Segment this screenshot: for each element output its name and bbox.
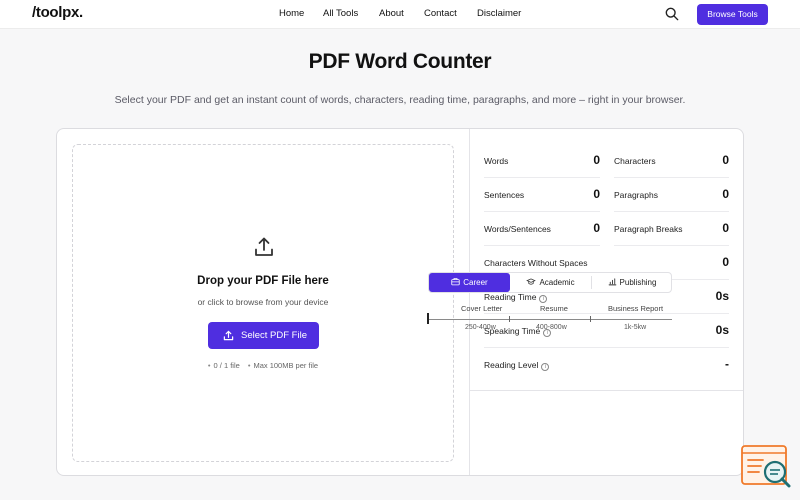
stat-value: 0 — [593, 187, 600, 201]
tab-label: Academic — [539, 278, 575, 287]
tab-publishing[interactable]: Publishing — [592, 273, 672, 292]
range-value: 250-400w — [465, 324, 496, 331]
stat-label: Paragraph Breaks — [614, 224, 683, 234]
range-label: Business Report — [608, 304, 664, 313]
page-title: PDF Word Counter — [308, 50, 492, 73]
stat-words: Words 0 — [484, 144, 600, 178]
dropzone-title: Drop your PDF File here — [197, 275, 329, 287]
stat-value: 0 — [593, 221, 600, 235]
scale-marker — [427, 313, 429, 324]
stat-label-wrap: Reading Level i — [484, 360, 550, 371]
range-label: Cover Letter — [461, 304, 503, 313]
stat-words-per-sentence: Words/Sentences 0 — [484, 212, 600, 246]
nav-disclaimer[interactable]: Disclaimer — [477, 8, 521, 19]
chart-icon — [608, 278, 616, 286]
stat-paragraph-breaks: Paragraph Breaks 0 — [614, 212, 729, 246]
stat-value: - — [725, 357, 729, 371]
stat-value: 0 — [722, 221, 729, 235]
info-icon[interactable]: i — [541, 363, 550, 371]
max-file-size: Max 100MB per file — [253, 361, 319, 370]
tab-label: Career — [463, 278, 488, 287]
stat-value: 0 — [722, 153, 729, 167]
word-range-scale: Cover Letter Resume Business Report 250-… — [427, 302, 672, 338]
document-search-icon[interactable] — [741, 444, 791, 488]
nav-contact[interactable]: Contact — [424, 8, 457, 19]
tab-academic[interactable]: Academic — [510, 273, 591, 292]
nav-home[interactable]: Home — [279, 8, 304, 19]
main-nav: Home All Tools About Contact Disclaimer — [0, 8, 800, 22]
dropzone-subtitle: or click to browse from your device — [197, 297, 329, 307]
stat-value: 0 — [722, 187, 729, 201]
section-divider — [470, 390, 743, 391]
stat-label: Paragraphs — [614, 190, 658, 200]
nav-all-tools[interactable]: All Tools — [323, 8, 358, 19]
site-header: /toolpx. Home All Tools About Contact Di… — [0, 0, 800, 29]
tab-label: Publishing — [619, 278, 657, 287]
stat-label: Reading Time — [484, 292, 537, 302]
scale-tick — [590, 316, 591, 322]
stat-characters: Characters 0 — [614, 144, 729, 178]
stat-paragraphs: Paragraphs 0 — [614, 178, 729, 212]
scale-line — [428, 319, 672, 320]
stat-label: Reading Level — [484, 360, 539, 370]
upload-limits: • 0 / 1 file • Max 100MB per file — [207, 361, 319, 370]
browse-tools-button[interactable]: Browse Tools — [697, 4, 768, 25]
stat-label: Sentences — [484, 190, 525, 200]
pdf-dropzone[interactable]: Drop your PDF File here or click to brow… — [72, 144, 454, 462]
nav-about[interactable]: About — [379, 8, 404, 19]
select-pdf-label: Select PDF File — [241, 330, 307, 341]
file-count: 0 / 1 file — [213, 361, 240, 370]
scale-tick — [509, 316, 510, 322]
stat-sentences: Sentences 0 — [484, 178, 600, 212]
briefcase-icon — [451, 278, 460, 286]
select-pdf-button[interactable]: Select PDF File — [208, 322, 319, 349]
stat-value: 0 — [593, 153, 600, 167]
stat-value: 0s — [715, 323, 729, 337]
stat-reading-level: Reading Level i - — [484, 348, 729, 382]
category-tabs: Career Academic Publishing — [428, 272, 672, 293]
range-value: 400-800w — [536, 324, 567, 331]
upload-small-icon — [223, 330, 234, 341]
stat-label: Words — [484, 156, 509, 166]
search-icon[interactable] — [665, 7, 679, 21]
stat-label: Words/Sentences — [484, 224, 551, 234]
stat-label: Characters — [614, 156, 656, 166]
range-label: Resume — [540, 304, 568, 313]
stat-label: Characters Without Spaces — [484, 258, 588, 268]
page-subtitle: Select your PDF and get an instant count… — [114, 94, 686, 106]
stat-value: 0s — [715, 289, 729, 303]
graduation-cap-icon — [526, 278, 537, 285]
tab-career[interactable]: Career — [429, 273, 510, 292]
stat-value: 0 — [722, 255, 729, 269]
upload-icon — [255, 237, 273, 256]
range-value: 1k-5kw — [624, 324, 647, 331]
